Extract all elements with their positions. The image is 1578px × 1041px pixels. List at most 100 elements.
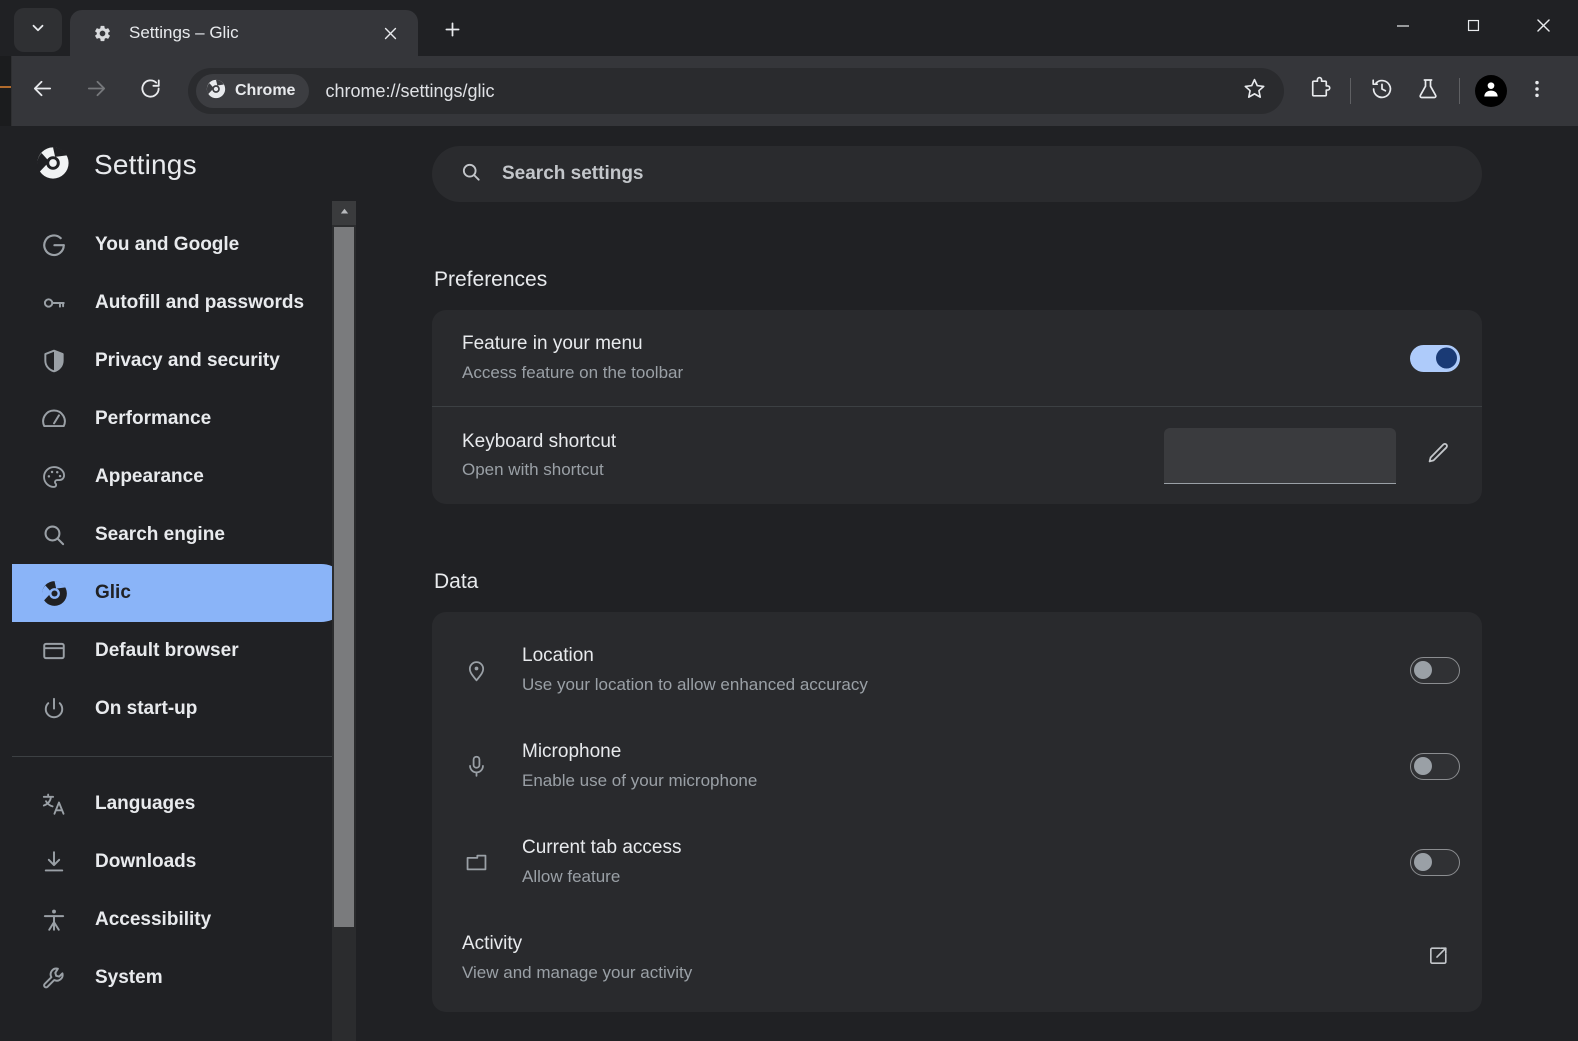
caret-up-icon bbox=[339, 204, 350, 222]
palette-icon bbox=[40, 463, 68, 491]
avatar bbox=[1475, 75, 1507, 107]
sidebar-item-label: You and Google bbox=[95, 234, 239, 256]
maximize-button[interactable] bbox=[1438, 0, 1508, 56]
sidebar-item-you-and-google[interactable]: You and Google bbox=[12, 216, 350, 274]
row-text: Location Use your location to allow enha… bbox=[522, 642, 1390, 698]
edit-shortcut-button[interactable] bbox=[1414, 433, 1460, 479]
external-link-icon bbox=[1427, 944, 1450, 972]
chrome-menu-button[interactable] bbox=[1514, 68, 1560, 114]
sidebar-scrollbar[interactable] bbox=[332, 201, 356, 1041]
keyboard-shortcut-input[interactable] bbox=[1164, 428, 1396, 484]
row-subtitle: Enable use of your microphone bbox=[522, 768, 1390, 794]
reload-button[interactable] bbox=[128, 69, 172, 113]
download-icon bbox=[40, 848, 68, 876]
sidebar-item-system[interactable]: System bbox=[12, 949, 350, 1007]
settings-content: Search settings Preferences Feature in y… bbox=[356, 126, 1578, 1041]
sidebar-item-search-engine[interactable]: Search engine bbox=[12, 506, 350, 564]
data-card: Location Use your location to allow enha… bbox=[432, 612, 1482, 1012]
minimize-button[interactable] bbox=[1368, 0, 1438, 56]
toggle-current-tab-access[interactable] bbox=[1410, 849, 1460, 876]
toggle-knob bbox=[1414, 853, 1432, 871]
accessibility-icon bbox=[40, 906, 68, 934]
sidebar-item-default-browser[interactable]: Default browser bbox=[12, 622, 350, 680]
new-tab-button[interactable] bbox=[432, 12, 472, 52]
toggle-microphone[interactable] bbox=[1410, 753, 1460, 780]
sidebar-nav-primary: You and Google Autofill and passwords bbox=[12, 216, 356, 738]
row-subtitle: Allow feature bbox=[522, 864, 1390, 890]
window-controls bbox=[1368, 0, 1578, 56]
section-title-data: Data bbox=[434, 570, 1482, 594]
sidebar-item-label: Search engine bbox=[95, 524, 225, 546]
history-button[interactable] bbox=[1359, 68, 1405, 114]
address-bar[interactable]: Chrome chrome://settings/glic bbox=[188, 68, 1284, 114]
puzzle-icon bbox=[1307, 76, 1332, 106]
bookmark-star-button[interactable] bbox=[1234, 71, 1274, 111]
row-title: Location bbox=[522, 642, 1390, 670]
microphone-icon bbox=[462, 752, 490, 780]
tab-search-button[interactable] bbox=[14, 8, 62, 52]
sidebar-item-label: Performance bbox=[95, 408, 211, 430]
preferences-card: Feature in your menu Access feature on t… bbox=[432, 310, 1482, 504]
scrollbar-thumb[interactable] bbox=[334, 227, 354, 927]
row-text: Feature in your menu Access feature on t… bbox=[462, 330, 1390, 386]
sidebar-item-performance[interactable]: Performance bbox=[12, 390, 350, 448]
row-subtitle: View and manage your activity bbox=[462, 960, 1396, 986]
sidebar-item-downloads[interactable]: Downloads bbox=[12, 833, 350, 891]
forward-button[interactable] bbox=[74, 69, 118, 113]
chrome-logo-icon bbox=[40, 579, 68, 607]
shield-icon bbox=[40, 347, 68, 375]
back-button[interactable] bbox=[20, 69, 64, 113]
tab-close-button[interactable] bbox=[376, 19, 404, 47]
row-keyboard-shortcut[interactable]: Keyboard shortcut Open with shortcut bbox=[432, 406, 1482, 504]
history-clock-icon bbox=[1370, 77, 1394, 106]
settings-brand: Settings bbox=[12, 126, 356, 204]
row-feature-in-your-menu[interactable]: Feature in your menu Access feature on t… bbox=[432, 310, 1482, 406]
sidebar-item-on-start-up[interactable]: On start-up bbox=[12, 680, 350, 738]
open-activity-button[interactable] bbox=[1416, 936, 1460, 980]
row-text: Activity View and manage your activity bbox=[462, 930, 1396, 986]
sidebar-item-label: Languages bbox=[95, 793, 195, 815]
sidebar-item-privacy-and-security[interactable]: Privacy and security bbox=[12, 332, 350, 390]
search-input[interactable]: Search settings bbox=[502, 163, 644, 185]
power-icon bbox=[40, 695, 68, 723]
sidebar-divider bbox=[12, 756, 350, 757]
close-button[interactable] bbox=[1508, 0, 1578, 56]
toggle-feature-in-your-menu[interactable] bbox=[1410, 345, 1460, 372]
sidebar-item-label: Appearance bbox=[95, 466, 204, 488]
reload-icon bbox=[139, 77, 162, 105]
row-microphone[interactable]: Microphone Enable use of your microphone bbox=[432, 718, 1482, 814]
row-subtitle: Open with shortcut bbox=[462, 457, 1144, 483]
sidebar-item-appearance[interactable]: Appearance bbox=[12, 448, 350, 506]
row-current-tab-access[interactable]: Current tab access Allow feature bbox=[432, 814, 1482, 910]
browser-window-icon bbox=[40, 637, 68, 665]
row-title: Feature in your menu bbox=[462, 330, 1390, 358]
experiments-button[interactable] bbox=[1405, 68, 1451, 114]
chrome-logo-icon bbox=[36, 146, 70, 185]
arrow-left-icon bbox=[31, 77, 54, 105]
sidebar-item-label: Accessibility bbox=[95, 909, 211, 931]
address-bar-url: chrome://settings/glic bbox=[325, 81, 1234, 102]
settings-sidebar: Settings You and Google bbox=[0, 126, 356, 1041]
sidebar-nav-secondary: Languages Downloads bbox=[12, 775, 356, 1007]
row-location[interactable]: Location Use your location to allow enha… bbox=[432, 622, 1482, 718]
sidebar-item-accessibility[interactable]: Accessibility bbox=[12, 891, 350, 949]
maximize-icon bbox=[1465, 17, 1482, 39]
profile-button[interactable] bbox=[1468, 68, 1514, 114]
tab-settings-glic[interactable]: Settings – Glic bbox=[70, 10, 418, 56]
toggle-location[interactable] bbox=[1410, 657, 1460, 684]
sidebar-item-label: Downloads bbox=[95, 851, 196, 873]
chrome-origin-chip[interactable]: Chrome bbox=[196, 74, 309, 108]
search-settings-field[interactable]: Search settings bbox=[432, 146, 1482, 202]
scrollbar-up-button[interactable] bbox=[332, 201, 356, 225]
sidebar-item-autofill-and-passwords[interactable]: Autofill and passwords bbox=[12, 274, 350, 332]
row-activity[interactable]: Activity View and manage your activity bbox=[432, 910, 1482, 1006]
sidebar-item-label: On start-up bbox=[95, 698, 197, 720]
extensions-button[interactable] bbox=[1296, 68, 1342, 114]
sidebar-item-glic[interactable]: Glic bbox=[12, 564, 350, 622]
row-text: Microphone Enable use of your microphone bbox=[522, 738, 1390, 794]
row-title: Current tab access bbox=[522, 834, 1390, 862]
browser-toolbar: Chrome chrome://settings/glic bbox=[0, 56, 1578, 126]
sidebar-item-languages[interactable]: Languages bbox=[12, 775, 350, 833]
browser-window: Settings – Glic bbox=[0, 0, 1578, 1041]
sidebar-item-label: Autofill and passwords bbox=[95, 292, 304, 314]
